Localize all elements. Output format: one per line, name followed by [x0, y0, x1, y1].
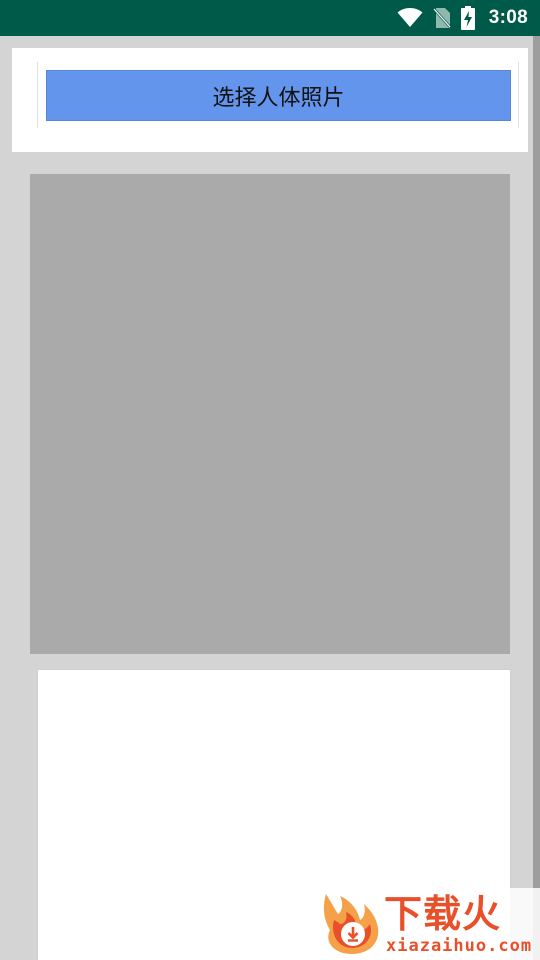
- status-bar: 3:08: [0, 0, 540, 36]
- battery-charging-icon: [460, 6, 475, 30]
- watermark-url: xiazaihuo.com: [386, 936, 533, 956]
- no-sim-icon: [432, 7, 451, 29]
- status-time: 3:08: [488, 7, 528, 28]
- image-preview: [30, 174, 510, 654]
- watermark-title: 下载火: [384, 892, 502, 936]
- scrollbar[interactable]: [533, 36, 540, 960]
- wifi-icon: [397, 8, 423, 28]
- status-icons: 3:08: [397, 0, 528, 36]
- select-body-photo-button[interactable]: 选择人体照片: [46, 70, 511, 121]
- top-card: 选择人体照片: [12, 48, 528, 152]
- watermark: 下载火 xiazaihuo.com: [318, 888, 540, 960]
- flame-logo-icon: [320, 890, 382, 956]
- button-container: 选择人体照片: [37, 62, 519, 128]
